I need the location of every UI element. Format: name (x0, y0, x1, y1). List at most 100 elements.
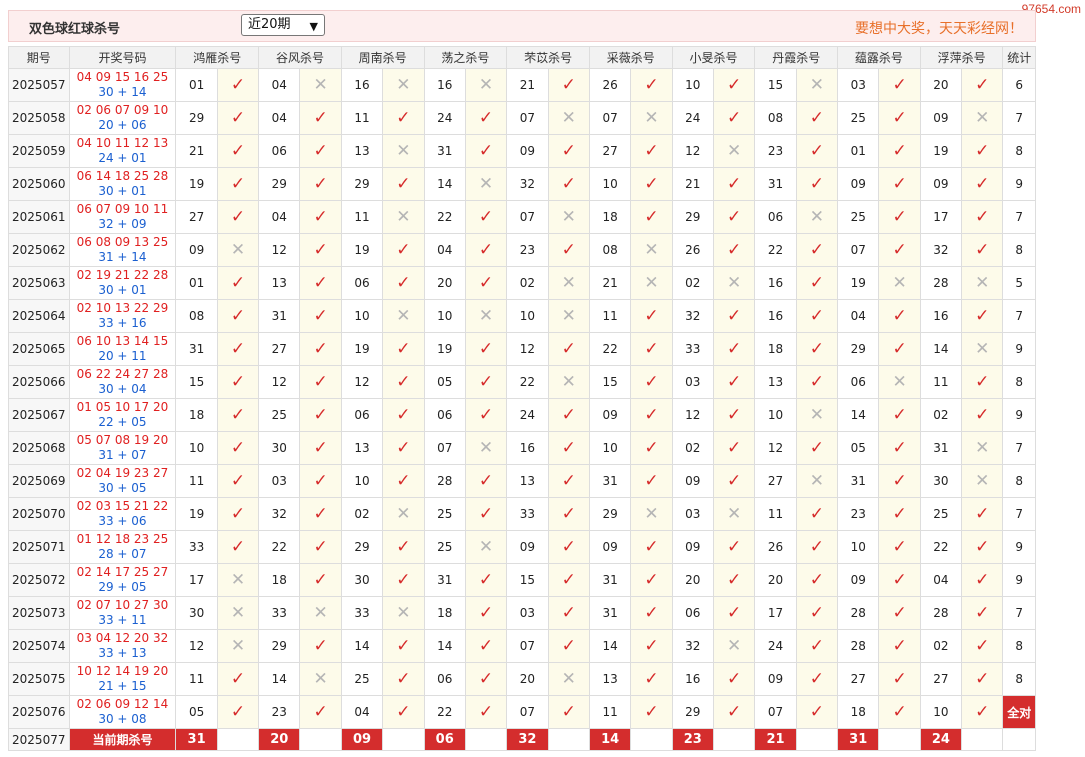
page-header: 双色球红球杀号 近20期 ▼ 要想中大奖，天天彩经网！ (8, 10, 1036, 42)
check-icon: ✓ (975, 504, 990, 524)
kill-number: 13 (506, 464, 549, 498)
period-cell: 2025070 (8, 497, 70, 531)
draw-red: 06 22 24 27 28 (76, 367, 169, 381)
kill-number: 05 (837, 431, 880, 465)
cross-icon: ✕ (478, 75, 494, 95)
check-icon: ✓ (478, 504, 494, 524)
kill-number: 07 (506, 695, 549, 729)
cross-icon: ✕ (561, 273, 576, 293)
kill-number: 11 (340, 200, 384, 234)
table-row: 2025065 06 10 13 14 15 20 + 11 31 ✓ 27 ✓ 19 ✓ 19 ✓… (8, 332, 1036, 366)
cross-icon: ✕ (975, 438, 990, 458)
draw-numbers: 02 14 17 25 27 29 + 05 (68, 563, 177, 597)
kill-number: 26 (671, 233, 714, 267)
col-expert: 丹霞杀号 (754, 46, 839, 69)
check-icon: ✓ (313, 636, 328, 656)
kill-number: 02 (919, 629, 963, 663)
period-select[interactable]: 近20期 ▼ (241, 14, 325, 36)
check-icon: ✓ (644, 306, 659, 326)
check-icon: ✓ (644, 537, 659, 557)
kill-number: 07 (506, 101, 549, 135)
check-icon: ✓ (727, 603, 742, 623)
check-icon: ✓ (230, 669, 246, 689)
check-icon: ✓ (809, 339, 824, 359)
check-icon: ✓ (313, 306, 328, 326)
table-row: 2025060 06 14 18 25 28 30 + 01 19 ✓ 29 ✓ 29 ✓ 14 ✕… (8, 167, 1036, 201)
draw-red: 04 09 15 16 25 (76, 70, 169, 84)
check-icon: ✓ (561, 438, 576, 458)
stat-cell: 7 (1002, 101, 1036, 135)
stat-cell: 7 (1002, 431, 1036, 465)
cross-icon: ✕ (975, 273, 990, 293)
check-icon: ✓ (809, 108, 824, 128)
kill-number: 12 (671, 134, 714, 168)
draw-numbers: 02 03 15 21 22 33 + 06 (68, 497, 177, 531)
cross-icon: ✕ (727, 273, 742, 293)
col-expert: 采薇杀号 (588, 46, 673, 69)
kill-number: 20 (423, 266, 466, 300)
kill-number: 30 (175, 596, 218, 630)
check-icon: ✓ (809, 438, 824, 458)
check-icon: ✓ (644, 174, 659, 194)
cross-icon: ✕ (561, 207, 576, 227)
check-icon: ✓ (478, 372, 494, 392)
kill-number: 14 (588, 629, 632, 663)
check-icon: ✓ (892, 537, 907, 557)
kill-number: 21 (671, 167, 714, 201)
kill-number: 27 (175, 200, 218, 234)
stat-cell: 6 (1002, 68, 1036, 102)
current-pick: 24 (919, 728, 963, 751)
stat-cell: 7 (1002, 596, 1036, 630)
kill-number: 29 (340, 530, 384, 564)
check-icon: ✓ (313, 240, 328, 260)
current-pick: 32 (506, 728, 549, 751)
kill-number: 28 (837, 629, 880, 663)
period-cell: 2025062 (8, 233, 70, 267)
check-icon: ✓ (561, 603, 576, 623)
kill-number: 14 (423, 629, 466, 663)
cross-icon: ✕ (644, 108, 659, 128)
col-stat: 统计 (1002, 46, 1036, 69)
draw-numbers: 02 07 10 27 30 33 + 11 (68, 596, 177, 630)
check-icon: ✓ (809, 504, 824, 524)
check-icon: ✓ (892, 570, 907, 590)
check-icon: ✓ (230, 504, 246, 524)
kill-number: 28 (919, 596, 963, 630)
check-icon: ✓ (727, 207, 742, 227)
col-draw: 开奖号码 (68, 46, 177, 69)
period-cell: 2025061 (8, 200, 70, 234)
check-icon: ✓ (892, 702, 907, 722)
kill-number: 03 (506, 596, 549, 630)
cross-icon: ✕ (975, 108, 990, 128)
check-icon: ✓ (396, 405, 411, 425)
check-icon: ✓ (230, 207, 246, 227)
check-icon: ✓ (727, 240, 742, 260)
check-icon: ✓ (644, 603, 659, 623)
kill-number: 09 (671, 530, 714, 564)
period-select-value: 近20期 (248, 17, 291, 32)
kill-number: 10 (175, 431, 218, 465)
check-icon: ✓ (727, 75, 742, 95)
kill-number: 07 (506, 200, 549, 234)
check-icon: ✓ (727, 669, 742, 689)
kill-number: 33 (175, 530, 218, 564)
draw-tail: 30 + 05 (98, 481, 147, 495)
stat-cell: 7 (1002, 299, 1036, 333)
kill-number: 22 (258, 530, 301, 564)
check-icon: ✓ (809, 636, 824, 656)
check-icon: ✓ (230, 702, 246, 722)
check-icon: ✓ (892, 471, 907, 491)
kill-number: 27 (837, 662, 880, 696)
kill-number: 22 (423, 695, 466, 729)
check-icon: ✓ (313, 537, 328, 557)
header-row: 期号 开奖号码 鸿雁杀号 谷风杀号 周南杀号 荡之杀号 芣苡杀号 采薇杀号 小旻杀号 丹霞杀号 蕴露… (8, 46, 1036, 69)
stat-cell: 7 (1002, 200, 1036, 234)
kill-number: 11 (588, 695, 632, 729)
kill-number: 31 (588, 563, 632, 597)
check-icon: ✓ (230, 471, 246, 491)
kill-number: 16 (919, 299, 963, 333)
draw-tail: 33 + 13 (98, 646, 147, 660)
kill-number: 27 (919, 662, 963, 696)
check-icon: ✓ (313, 141, 328, 161)
check-icon: ✓ (313, 174, 328, 194)
